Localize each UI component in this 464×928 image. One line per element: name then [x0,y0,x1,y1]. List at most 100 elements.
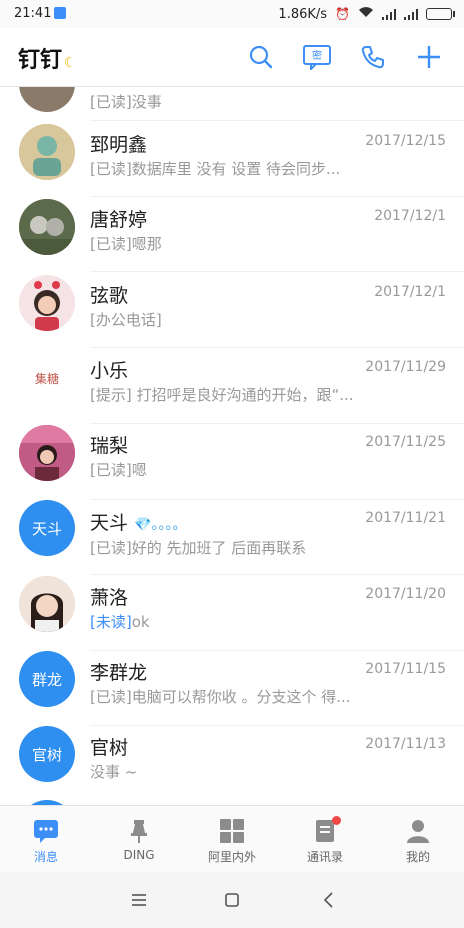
message-preview: [未读]ok [90,611,365,632]
contact-name: 萧洛 [90,587,129,609]
secret-chat-icon[interactable]: 密 [300,40,334,74]
contact-name: 弦歌 [90,285,129,307]
avatar: 官树 [19,726,75,782]
add-icon[interactable] [412,40,446,74]
notification-app-icon [54,7,66,19]
conversation-row[interactable]: 萧洛 2017/11/20 [未读]ok [0,575,464,650]
preview-text: 没事 [131,93,162,111]
signal-icon-1 [382,8,396,20]
notification-badge [332,816,341,825]
preview-text: 好的 先加班了 后面再联系 [131,539,307,557]
search-icon[interactable] [244,40,278,74]
wifi-icon [358,6,374,22]
menu-icon[interactable] [127,888,151,912]
contact-name: 瑞梨 [90,435,129,457]
grid-icon [219,818,245,844]
conversation-row[interactable]: 天斗 天斗 💎。。。。 2017/11/21 [已读]好的 先加班了 后面再联系 [0,500,464,575]
conversation-row[interactable]: [已读]没事 [0,87,464,121]
app-title: 钉钉 ☾ [18,42,77,74]
message-date: 2017/12/1 [374,208,446,224]
contacts-book-icon [312,816,341,844]
conversation-row[interactable]: 群龙 李群龙 2017/11/15 [已读]电脑可以帮你收 。分支这个 得... [0,650,464,725]
message-preview: [提示] 打招呼是良好沟通的开始，跟“... [90,384,365,405]
system-nav-bar [0,872,464,928]
message-date: 2017/12/1 [374,284,446,300]
read-tag: [已读] [90,461,132,479]
message-preview: [已读]电脑可以帮你收 。分支这个 得... [90,686,365,707]
read-tag: [已读] [90,235,132,253]
preview-text: 嗯那 [131,235,162,253]
avatar [19,199,75,255]
app-title-text: 钉钉 [18,48,63,73]
message-preview: [已读]嗯那 [90,233,365,254]
tab-messages[interactable]: 消息 [0,806,92,872]
network-speed: 1.86K/s [278,6,328,22]
avatar [19,87,75,112]
conversation-row[interactable]: 瑞梨 2017/11/25 [已读]嗯 [0,424,464,499]
status-bar: 21:41 1.86K/s ⏰ [0,0,464,28]
svg-text:密: 密 [312,49,322,62]
read-tag: [已读] [90,160,132,178]
tab-contacts[interactable]: 通讯录 [279,806,371,872]
message-preview: 没事 ~ [90,761,365,782]
tab-label: DING [123,848,155,862]
status-right: 1.86K/s ⏰ [278,6,455,22]
conversation-list[interactable]: [已读]没事 郅明鑫 2017/12/15 [已读]数据库里 没有 设置 待会同… [0,87,464,805]
avatar: 集糖 [19,350,75,406]
read-tag: [提示] [90,386,132,404]
preview-text: 打招呼是良好沟通的开始，跟“... [131,386,354,404]
contact-name: 唐舒婷 [90,209,148,231]
conversation-row[interactable]: 唐舒婷 2017/12/1 [已读]嗯那 [0,197,464,272]
contact-name: 李群龙 [90,662,148,684]
conversation-row[interactable]: 弦歌 2017/12/1 [办公电话] [0,272,464,347]
avatar: 天斗 [19,500,75,556]
contact-name: 官树 [90,737,129,759]
tab-label: 通讯录 [306,850,343,864]
moon-icon: ☾ [64,55,77,71]
message-preview: [已读]好的 先加班了 后面再联系 [90,537,365,558]
tab-me[interactable]: 我的 [372,806,464,872]
home-icon[interactable] [220,888,244,912]
message-date: 2017/11/13 [365,736,446,752]
preview-text: 嗯 [131,461,147,479]
read-tag: [已读] [90,688,132,706]
message-preview: [已读]嗯 [90,459,365,480]
status-time: 21:41 [14,6,52,21]
message-date: 2017/11/29 [365,359,446,375]
back-icon[interactable] [317,888,341,912]
battery-icon [426,8,455,20]
tab-alibaba-internal[interactable]: 阿里内外 [186,806,278,872]
preview-text: [办公电话] [90,311,162,329]
read-tag: [已读] [90,539,132,557]
tab-label: 我的 [405,850,430,864]
app-header: 钉钉 ☾ 密 [0,28,464,87]
name-suffix: 💎。。。。 [134,517,187,533]
conversation-row[interactable]: 集糖 小乐 2017/11/29 [提示] 打招呼是良好沟通的开始，跟“... [0,348,464,423]
message-date: 2017/11/15 [365,661,446,677]
conversation-row[interactable]: 官树 官树 2017/11/13 没事 ~ [0,725,464,800]
avatar [19,124,75,180]
message-preview: [已读]数据库里 没有 设置 待会同步... [90,158,365,179]
person-icon [405,818,431,844]
contact-name: 小乐 [90,360,129,382]
contact-name: 天斗 💎。。。。 [90,508,187,535]
avatar [19,425,75,481]
preview-text: 数据库里 没有 设置 待会同步... [131,160,341,178]
avatar [19,576,75,632]
message-preview: [办公电话] [90,309,365,330]
pin-icon [126,818,152,844]
preview-text: 没事 ~ [90,763,138,781]
conversation-row[interactable]: 郅明鑫 2017/12/15 [已读]数据库里 没有 设置 待会同步... [0,121,464,196]
message-preview: [已读]没事 [90,91,365,112]
phone-icon[interactable] [356,40,390,74]
alarm-icon: ⏰ [335,7,350,21]
message-date: 2017/11/21 [365,510,446,526]
preview-text: ok [131,613,150,631]
tab-ding[interactable]: DING [93,806,185,872]
message-date: 2017/12/15 [365,133,446,149]
tab-label: 消息 [33,850,58,864]
message-date: 2017/11/20 [365,586,446,602]
preview-text: 电脑可以帮你收 。分支这个 得... [131,688,351,706]
unread-tag: [未读] [90,613,132,631]
tab-label: 阿里内外 [207,850,256,864]
